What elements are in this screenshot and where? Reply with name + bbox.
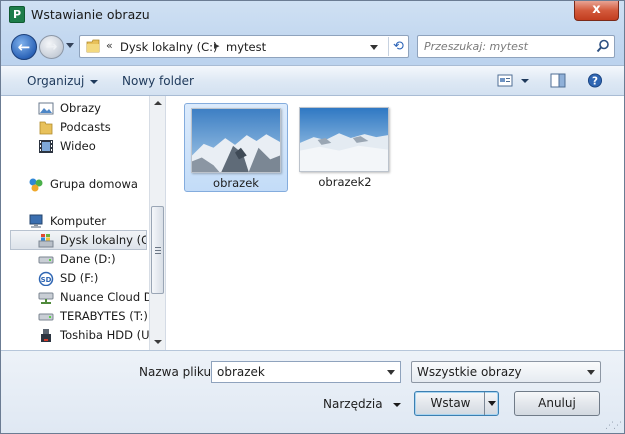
sidebar-item-label: Podcasts bbox=[60, 120, 111, 134]
breadcrumb-drive[interactable]: Dysk lokalny (C:) bbox=[120, 40, 218, 54]
tools-label: Narzędzia bbox=[323, 397, 383, 411]
windows-drive-icon bbox=[38, 234, 54, 248]
sidebar-item-podcasts[interactable]: Podcasts bbox=[1, 118, 151, 137]
sidebar-item-dane[interactable]: Dane (D:) bbox=[1, 250, 151, 269]
insert-options-dropdown[interactable] bbox=[484, 392, 498, 415]
organize-label: Organizuj bbox=[27, 74, 85, 88]
chevron-down-icon bbox=[488, 401, 496, 406]
address-bar[interactable]: « Dysk lokalny (C:) ▸ mytest ⟲ bbox=[79, 35, 409, 58]
cancel-button[interactable]: Anuluj bbox=[514, 391, 600, 416]
chevron-down-icon bbox=[392, 402, 401, 407]
file-type-value: Wszystkie obrazy bbox=[417, 365, 522, 379]
recent-locations-dropdown[interactable] bbox=[66, 43, 74, 48]
chevron-down-icon bbox=[90, 79, 99, 84]
content-area: Obrazy Podcasts Wideo Grupa domowa Kompu… bbox=[1, 96, 624, 350]
file-list: obrazek obrazek2 bbox=[167, 96, 624, 350]
sidebar-item-toshiba[interactable]: Toshiba HDD (U:) bbox=[1, 326, 151, 345]
svg-text:?: ? bbox=[592, 75, 598, 87]
folder-icon bbox=[39, 121, 53, 135]
insert-button[interactable]: Wstaw bbox=[414, 391, 499, 416]
svg-text:SD: SD bbox=[41, 276, 52, 284]
drive-icon bbox=[38, 313, 54, 321]
search-input[interactable]: Przeszukaj: mytest bbox=[424, 40, 528, 53]
sidebar-item-label: SD (F:) bbox=[60, 271, 99, 285]
sidebar-item-grupa-domowa[interactable]: Grupa domowa bbox=[1, 175, 151, 194]
folder-icon bbox=[86, 39, 100, 53]
help-icon[interactable]: ? bbox=[587, 73, 603, 88]
pictures-icon bbox=[38, 102, 54, 115]
file-item-obrazek2[interactable]: obrazek2 bbox=[293, 103, 397, 192]
computer-icon bbox=[29, 214, 43, 228]
close-button[interactable]: x bbox=[574, 1, 619, 21]
breadcrumb-folder[interactable]: mytest bbox=[226, 40, 266, 54]
sidebar-item-label: Obrazy bbox=[60, 101, 101, 115]
address-dropdown[interactable] bbox=[370, 45, 378, 50]
scroll-up-arrow[interactable] bbox=[154, 101, 162, 105]
new-folder-button[interactable]: Nowy folder bbox=[122, 74, 194, 88]
file-name: obrazek2 bbox=[318, 175, 372, 189]
breadcrumb-separator[interactable]: ▸ bbox=[214, 39, 220, 52]
sidebar-item-label: Toshiba HDD (U:) bbox=[60, 328, 151, 342]
search-icon[interactable] bbox=[596, 39, 610, 53]
filename-value[interactable]: obrazek bbox=[217, 365, 265, 379]
sidebar-item-sd[interactable]: SD SD (F:) bbox=[1, 269, 151, 288]
change-view-icon[interactable] bbox=[497, 73, 513, 88]
video-icon bbox=[39, 140, 53, 153]
scroll-down-arrow[interactable] bbox=[154, 340, 162, 344]
drive-icon bbox=[38, 256, 54, 264]
breadcrumb-overflow[interactable]: « bbox=[106, 39, 113, 52]
sidebar-item-label: Wideo bbox=[60, 139, 96, 153]
resize-grip[interactable]: ⋰⋰ bbox=[605, 421, 622, 431]
sidebar-item-komputer[interactable]: Komputer bbox=[1, 212, 151, 231]
sidebar-item-label: Dysk lokalny (C:) bbox=[60, 233, 146, 247]
sidebar-item-nuance-cloud[interactable]: Nuance Cloud Dr bbox=[1, 288, 151, 307]
network-drive-icon bbox=[38, 292, 54, 304]
sidebar-item-label: Grupa domowa bbox=[50, 177, 138, 191]
navigation-pane: Obrazy Podcasts Wideo Grupa domowa Kompu… bbox=[1, 96, 166, 350]
forward-button[interactable]: → bbox=[39, 35, 64, 59]
window-title: Wstawianie obrazu bbox=[31, 7, 150, 22]
usb-drive-icon bbox=[41, 329, 51, 342]
filename-field[interactable]: obrazek bbox=[211, 361, 401, 383]
sidebar-item-obrazy[interactable]: Obrazy bbox=[1, 99, 151, 118]
back-button[interactable]: ← bbox=[11, 34, 37, 60]
chevron-down-icon bbox=[587, 370, 595, 375]
tools-menu[interactable]: Narzędzia bbox=[323, 397, 401, 411]
sidebar-item-label: Komputer bbox=[50, 214, 107, 228]
homegroup-icon bbox=[29, 178, 43, 192]
sidebar-item-label: Nuance Cloud Dr bbox=[60, 290, 151, 304]
dialog-footer: Nazwa pliku: obrazek Wszystkie obrazy Na… bbox=[1, 350, 624, 433]
scroll-thumb[interactable] bbox=[151, 206, 164, 294]
app-icon: P bbox=[9, 6, 25, 23]
organize-menu[interactable]: Organizuj bbox=[27, 74, 99, 88]
command-bar: Organizuj Nowy folder ? bbox=[1, 65, 624, 96]
sidebar-item-label: TERABYTES (T:) bbox=[60, 309, 148, 323]
navigation-bar: ← → « Dysk lokalny (C:) ▸ mytest ⟲ Przes… bbox=[1, 29, 624, 65]
file-item-obrazek[interactable]: obrazek bbox=[184, 103, 288, 192]
view-options-dropdown[interactable] bbox=[521, 79, 529, 83]
file-thumbnail bbox=[191, 108, 281, 173]
sidebar-item-label: Dane (D:) bbox=[60, 252, 116, 266]
search-box[interactable]: Przeszukaj: mytest bbox=[417, 35, 615, 58]
sidebar-scrollbar[interactable] bbox=[149, 96, 165, 350]
file-name: obrazek bbox=[213, 176, 259, 190]
sd-card-icon: SD bbox=[38, 271, 54, 286]
file-type-select[interactable]: Wszystkie obrazy bbox=[411, 361, 601, 383]
refresh-icon[interactable]: ⟲ bbox=[388, 37, 408, 56]
sidebar-item-terabytes[interactable]: TERABYTES (T:) bbox=[1, 307, 151, 326]
insert-button-label: Wstaw bbox=[430, 396, 471, 410]
filename-label: Nazwa pliku: bbox=[139, 365, 216, 379]
title-bar[interactable]: P Wstawianie obrazu x bbox=[1, 1, 624, 29]
sidebar-item-dysk-lokalny[interactable]: Dysk lokalny (C:) bbox=[10, 230, 147, 250]
insert-picture-dialog: P Wstawianie obrazu x ← → « Dysk lokalny… bbox=[0, 0, 625, 434]
file-thumbnail bbox=[299, 107, 389, 172]
filename-history-dropdown[interactable] bbox=[387, 370, 395, 375]
sidebar-item-wideo[interactable]: Wideo bbox=[1, 137, 151, 156]
preview-pane-icon[interactable] bbox=[550, 73, 566, 88]
